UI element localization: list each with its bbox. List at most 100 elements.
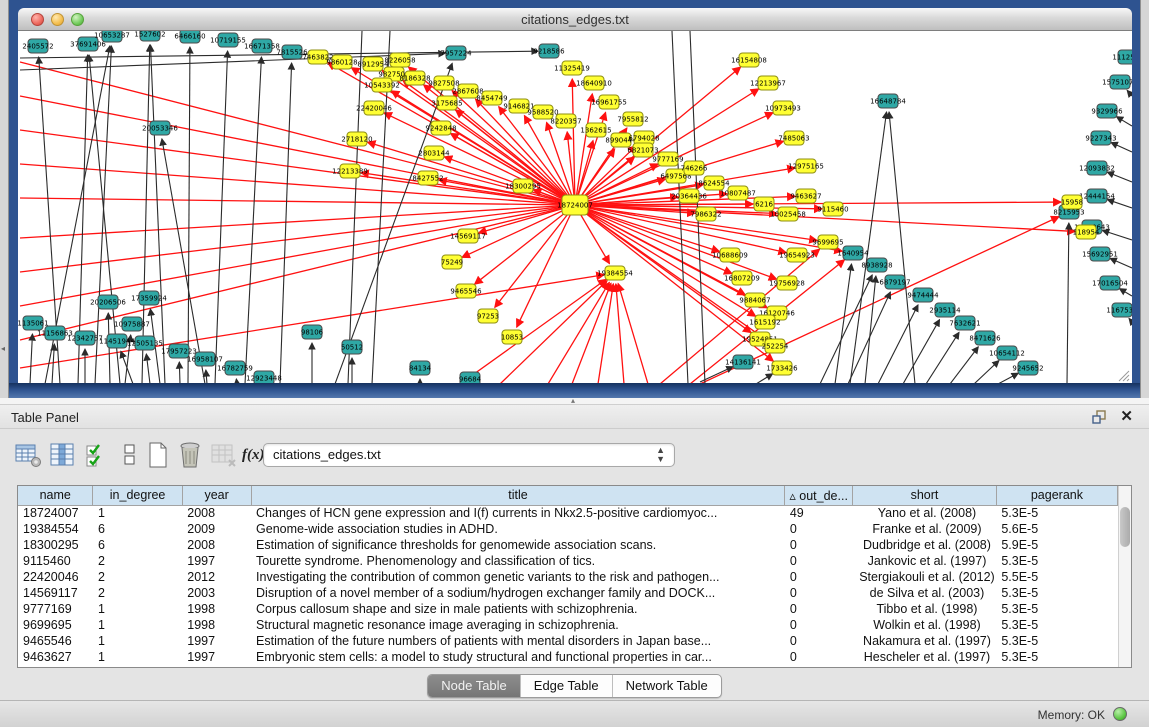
cell-short[interactable]: Hescheler et al. (1997) bbox=[853, 649, 997, 665]
network-node[interactable]: 10688609 bbox=[712, 248, 748, 262]
cell-short[interactable]: Tibbo et al. (1998) bbox=[853, 601, 997, 617]
cell-pagerank[interactable]: 5.6E-5 bbox=[996, 521, 1117, 537]
network-node[interactable]: 118954 bbox=[1073, 225, 1100, 239]
cell-year[interactable]: 1998 bbox=[182, 617, 251, 633]
network-node[interactable]: 2405572 bbox=[22, 39, 53, 53]
network-node[interactable]: 18640910 bbox=[576, 76, 612, 90]
cell-out_de[interactable]: 0 bbox=[785, 601, 853, 617]
cell-out_de[interactable]: 0 bbox=[785, 649, 853, 665]
cell-title[interactable]: Changes of HCN gene expression and I(f) … bbox=[251, 505, 785, 521]
network-node[interactable]: 15751074 bbox=[1102, 75, 1132, 89]
network-node[interactable]: 1167534 bbox=[1106, 303, 1132, 317]
cell-out_de[interactable]: 0 bbox=[785, 633, 853, 649]
cell-title[interactable]: Genome-wide association studies in ADHD. bbox=[251, 521, 785, 537]
network-node[interactable]: 14136141 bbox=[725, 355, 761, 369]
cell-pagerank[interactable]: 5.3E-5 bbox=[996, 617, 1117, 633]
network-node[interactable]: 75249 bbox=[441, 255, 463, 269]
network-node[interactable]: 9329966 bbox=[1091, 104, 1123, 118]
cell-year[interactable]: 1997 bbox=[182, 553, 251, 569]
network-node[interactable]: 97253 bbox=[477, 309, 499, 323]
column-header-out_de[interactable]: ▵ out_de... bbox=[785, 486, 853, 505]
float-panel-icon[interactable] bbox=[1092, 410, 1107, 424]
cell-in_degree[interactable]: 2 bbox=[93, 585, 182, 601]
scrollbar-thumb[interactable] bbox=[1120, 507, 1130, 547]
column-header-pagerank[interactable]: pagerank bbox=[996, 486, 1117, 505]
column-header-title[interactable]: title bbox=[251, 486, 785, 505]
network-node[interactable]: 16671358 bbox=[244, 39, 280, 53]
table-row[interactable]: 946362711997Embryonic stem cells: a mode… bbox=[18, 649, 1118, 665]
cell-name[interactable]: 9115460 bbox=[18, 553, 93, 569]
cell-short[interactable]: Jankovic et al. (1997) bbox=[853, 553, 997, 569]
cell-short[interactable]: Franke et al. (2009) bbox=[853, 521, 997, 537]
network-node[interactable]: 15958 bbox=[1061, 195, 1083, 209]
network-node[interactable]: 1135061 bbox=[18, 316, 49, 330]
cell-out_de[interactable]: 0 bbox=[785, 569, 853, 585]
cell-in_degree[interactable]: 2 bbox=[93, 569, 182, 585]
cell-title[interactable]: Disruption of a novel member of a sodium… bbox=[251, 585, 785, 601]
table-row[interactable]: 977716911998Corpus callosum shape and si… bbox=[18, 601, 1118, 617]
network-node[interactable]: 17016504 bbox=[1092, 276, 1128, 290]
window-titlebar[interactable]: citations_edges.txt bbox=[18, 8, 1132, 31]
cell-name[interactable]: 9777169 bbox=[18, 601, 93, 617]
cell-title[interactable]: Tourette syndrome. Phenomenology and cla… bbox=[251, 553, 785, 569]
cell-title[interactable]: Embryonic stem cells: a model to study s… bbox=[251, 649, 785, 665]
network-node[interactable]: 1640954 bbox=[837, 246, 869, 260]
cell-name[interactable]: 9463627 bbox=[18, 649, 93, 665]
network-node[interactable]: 7955812 bbox=[617, 112, 648, 126]
network-node[interactable]: 16961755 bbox=[591, 95, 627, 109]
table-row[interactable]: 2242004622012Investigating the contribut… bbox=[18, 569, 1118, 585]
splitter-handle-icon[interactable]: ▴ bbox=[571, 396, 575, 405]
cell-pagerank[interactable]: 5.3E-5 bbox=[996, 649, 1117, 665]
network-node[interactable]: 16154808 bbox=[731, 53, 767, 67]
network-node[interactable]: 1112544 bbox=[1112, 50, 1132, 64]
network-node[interactable]: 50512 bbox=[341, 340, 363, 354]
cell-pagerank[interactable]: 5.3E-5 bbox=[996, 505, 1117, 521]
cell-pagerank[interactable]: 5.9E-5 bbox=[996, 537, 1117, 553]
cell-short[interactable]: Nakamura et al. (1997) bbox=[853, 633, 997, 649]
cell-pagerank[interactable]: 5.3E-5 bbox=[996, 585, 1117, 601]
network-node[interactable]: 8471626 bbox=[969, 331, 1001, 345]
table-row[interactable]: 1872400712008Changes of HCN gene express… bbox=[18, 505, 1118, 521]
cell-short[interactable]: Stergiakouli et al. (2012) bbox=[853, 569, 997, 585]
citation-network-graph[interactable]: 2405572376914061065328715276026466160107… bbox=[18, 31, 1132, 384]
cell-in_degree[interactable]: 1 bbox=[93, 505, 182, 521]
network-node[interactable]: 1733426 bbox=[766, 361, 798, 375]
network-node[interactable]: 16648784 bbox=[870, 94, 906, 108]
cell-short[interactable]: Dudbridge et al. (2008) bbox=[853, 537, 997, 553]
network-node[interactable]: 2803144 bbox=[418, 146, 450, 160]
cell-year[interactable]: 1998 bbox=[182, 601, 251, 617]
cell-title[interactable]: Investigating the contribution of common… bbox=[251, 569, 785, 585]
cell-name[interactable]: 14569117 bbox=[18, 585, 93, 601]
network-node[interactable]: 98106 bbox=[301, 325, 324, 339]
select-rows-button[interactable] bbox=[84, 441, 112, 469]
delete-table-button[interactable] bbox=[210, 441, 238, 469]
network-hub-node[interactable]: 18724007 bbox=[557, 195, 593, 215]
horizontal-splitter[interactable]: ▴ bbox=[0, 398, 1149, 405]
network-node[interactable]: 84134 bbox=[409, 361, 432, 375]
cell-name[interactable]: 18300295 bbox=[18, 537, 93, 553]
network-node[interactable]: 2718120 bbox=[341, 132, 372, 146]
network-node[interactable]: 7485063 bbox=[778, 131, 809, 145]
cell-in_degree[interactable]: 2 bbox=[93, 553, 182, 569]
cell-short[interactable]: Yano et al. (2008) bbox=[853, 505, 997, 521]
network-node[interactable]: 8624554 bbox=[698, 176, 730, 190]
tab-edge-table[interactable]: Edge Table bbox=[521, 675, 613, 697]
cell-in_degree[interactable]: 1 bbox=[93, 649, 182, 665]
cell-name[interactable]: 19384554 bbox=[18, 521, 93, 537]
show-columns-button[interactable] bbox=[48, 441, 76, 469]
table-row[interactable]: 1938455462009Genome-wide association stu… bbox=[18, 521, 1118, 537]
column-header-name[interactable]: name bbox=[18, 486, 93, 505]
network-node[interactable]: 12975165 bbox=[788, 159, 824, 173]
network-node[interactable]: 19384554 bbox=[597, 266, 633, 280]
network-node[interactable]: 252254 bbox=[762, 339, 789, 353]
cell-name[interactable]: 18724007 bbox=[18, 505, 93, 521]
network-node[interactable]: 7986322 bbox=[690, 207, 721, 221]
network-node[interactable]: 7957224 bbox=[440, 46, 472, 60]
cell-in_degree[interactable]: 6 bbox=[93, 537, 182, 553]
resize-grip-icon[interactable] bbox=[1116, 368, 1130, 382]
network-node[interactable]: 746266 bbox=[681, 161, 708, 175]
network-node[interactable]: 6466160 bbox=[174, 31, 205, 43]
delete-column-button[interactable] bbox=[176, 441, 204, 469]
memory-status-indicator[interactable] bbox=[1113, 707, 1127, 721]
cell-short[interactable]: de Silva et al. (2003) bbox=[853, 585, 997, 601]
